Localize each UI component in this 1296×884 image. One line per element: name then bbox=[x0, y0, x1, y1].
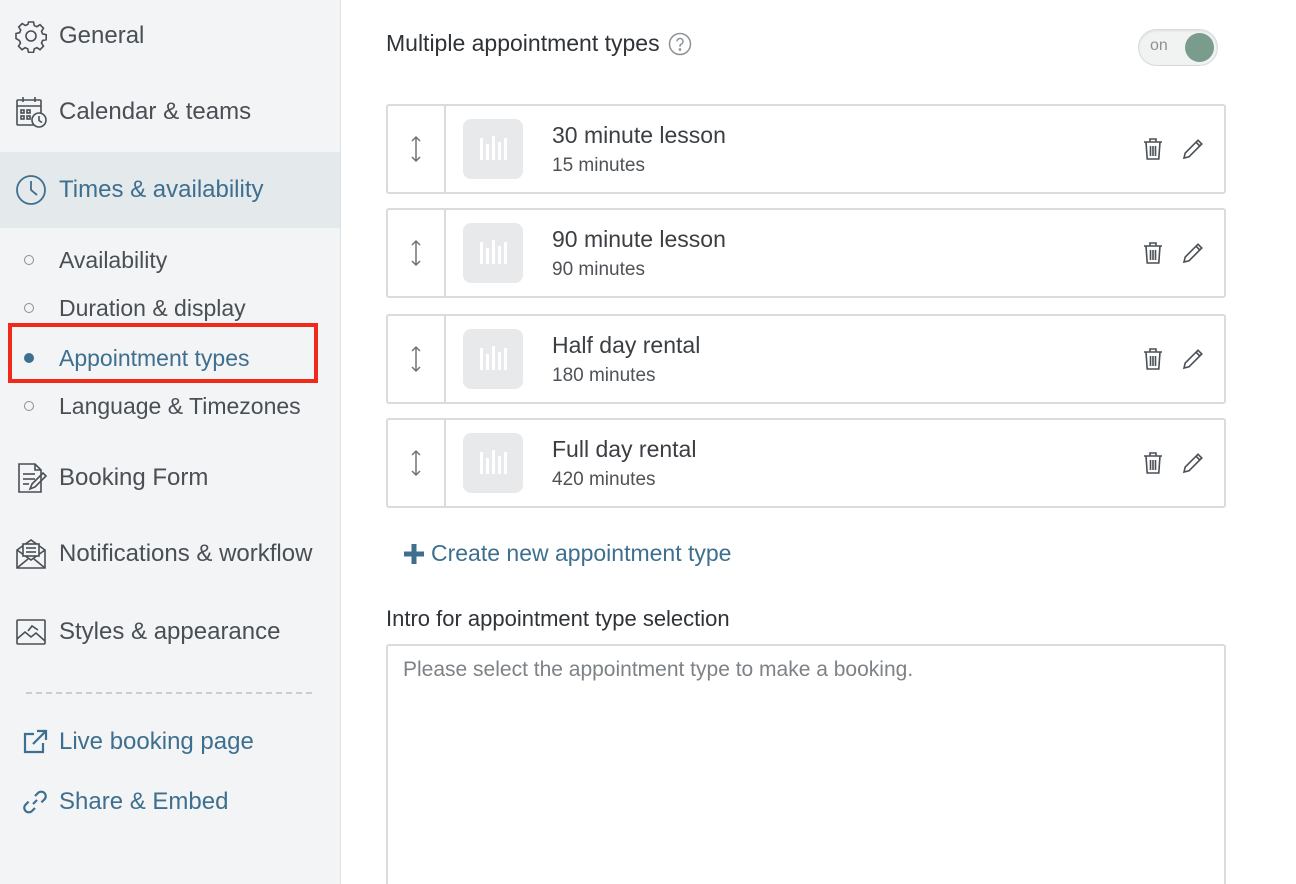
bullet-icon bbox=[22, 253, 36, 267]
trash-icon[interactable] bbox=[1140, 450, 1166, 476]
pencil-icon[interactable] bbox=[1180, 346, 1206, 372]
appointment-image-placeholder-icon bbox=[463, 223, 523, 283]
trash-icon[interactable] bbox=[1140, 346, 1166, 372]
help-icon[interactable] bbox=[668, 32, 692, 56]
bullet-icon bbox=[22, 399, 36, 413]
drag-handle-icon[interactable] bbox=[388, 106, 446, 192]
appointment-type-duration: 180 minutes bbox=[552, 365, 656, 386]
intro-label: Intro for appointment type selection bbox=[386, 606, 730, 631]
appointment-type-row[interactable]: 90 minute lesson 90 minutes bbox=[386, 208, 1226, 298]
gear-icon bbox=[13, 18, 49, 54]
appointment-image-placeholder-icon bbox=[463, 433, 523, 493]
nav-label: General bbox=[59, 22, 145, 49]
bullet-icon bbox=[22, 301, 36, 315]
pencil-icon[interactable] bbox=[1180, 136, 1206, 162]
sidebar: General Calendar & teams Times & availab… bbox=[0, 0, 341, 884]
appointment-type-name: Half day rental bbox=[552, 332, 701, 358]
link-label: Share & Embed bbox=[59, 788, 229, 815]
nav-item-times-availability[interactable]: Times & availability bbox=[0, 152, 340, 228]
appointment-type-duration: 90 minutes bbox=[552, 259, 645, 280]
multiple-types-toggle[interactable]: on bbox=[1138, 29, 1218, 66]
nav-item-booking-form[interactable]: Booking Form bbox=[0, 440, 340, 516]
sub-item-availability[interactable]: Availability bbox=[0, 237, 340, 283]
trash-icon[interactable] bbox=[1140, 240, 1166, 266]
drag-handle-icon[interactable] bbox=[388, 316, 446, 402]
calendar-clock-icon bbox=[13, 94, 49, 130]
nav-label: Times & availability bbox=[59, 176, 264, 203]
drag-handle-icon[interactable] bbox=[388, 420, 446, 506]
nav-label: Calendar & teams bbox=[59, 98, 252, 125]
nav-item-general[interactable]: General bbox=[0, 0, 340, 74]
nav-item-styles-appearance[interactable]: Styles & appearance bbox=[0, 594, 340, 670]
section-title-text: Multiple appointment types bbox=[386, 30, 660, 56]
appointment-type-row[interactable]: Half day rental 180 minutes bbox=[386, 314, 1226, 404]
link-label: Live booking page bbox=[59, 728, 254, 755]
pencil-icon[interactable] bbox=[1180, 450, 1206, 476]
sidebar-divider bbox=[26, 692, 312, 694]
nav-label: Styles & appearance bbox=[59, 618, 281, 645]
toggle-knob bbox=[1185, 33, 1214, 62]
envelope-icon bbox=[13, 536, 49, 572]
appointment-type-name: Full day rental bbox=[552, 436, 697, 462]
nav-item-calendar-teams[interactable]: Calendar & teams bbox=[0, 74, 340, 150]
main-content: Multiple appointment types on 30 minute … bbox=[386, 0, 1226, 884]
sub-item-language-timezones[interactable]: Language & Timezones bbox=[0, 383, 340, 429]
external-link-icon bbox=[20, 727, 50, 757]
highlight-box bbox=[8, 323, 318, 383]
link-icon bbox=[20, 787, 50, 817]
nav-label: Notifications & workflow bbox=[59, 540, 313, 567]
toggle-label: on bbox=[1150, 37, 1168, 54]
create-appointment-type-link[interactable]: Create new appointment type bbox=[403, 540, 731, 567]
appointment-type-duration: 15 minutes bbox=[552, 155, 645, 176]
link-share-embed[interactable]: Share & Embed bbox=[0, 777, 340, 827]
appointment-type-name: 30 minute lesson bbox=[552, 122, 726, 148]
trash-icon[interactable] bbox=[1140, 136, 1166, 162]
appointment-type-duration: 420 minutes bbox=[552, 469, 656, 490]
sub-item-label: Availability bbox=[59, 246, 168, 273]
nav-item-notifications-workflow[interactable]: Notifications & workflow bbox=[0, 516, 340, 592]
intro-textarea[interactable] bbox=[386, 644, 1226, 884]
drag-handle-icon[interactable] bbox=[388, 210, 446, 296]
appointment-image-placeholder-icon bbox=[463, 119, 523, 179]
create-label: Create new appointment type bbox=[431, 540, 732, 566]
form-icon bbox=[13, 460, 49, 496]
appointment-image-placeholder-icon bbox=[463, 329, 523, 389]
clock-icon bbox=[13, 172, 49, 208]
section-title: Multiple appointment types bbox=[386, 30, 692, 57]
link-live-booking-page[interactable]: Live booking page bbox=[0, 717, 340, 767]
sub-item-label: Language & Timezones bbox=[59, 392, 301, 419]
appointment-type-row[interactable]: Full day rental 420 minutes bbox=[386, 418, 1226, 508]
sub-item-label: Duration & display bbox=[59, 294, 246, 321]
pencil-icon[interactable] bbox=[1180, 240, 1206, 266]
plus-icon bbox=[403, 543, 425, 565]
appointment-type-name: 90 minute lesson bbox=[552, 226, 726, 252]
appointment-type-row[interactable]: 30 minute lesson 15 minutes bbox=[386, 104, 1226, 194]
picture-icon bbox=[13, 614, 49, 650]
nav-label: Booking Form bbox=[59, 464, 209, 491]
